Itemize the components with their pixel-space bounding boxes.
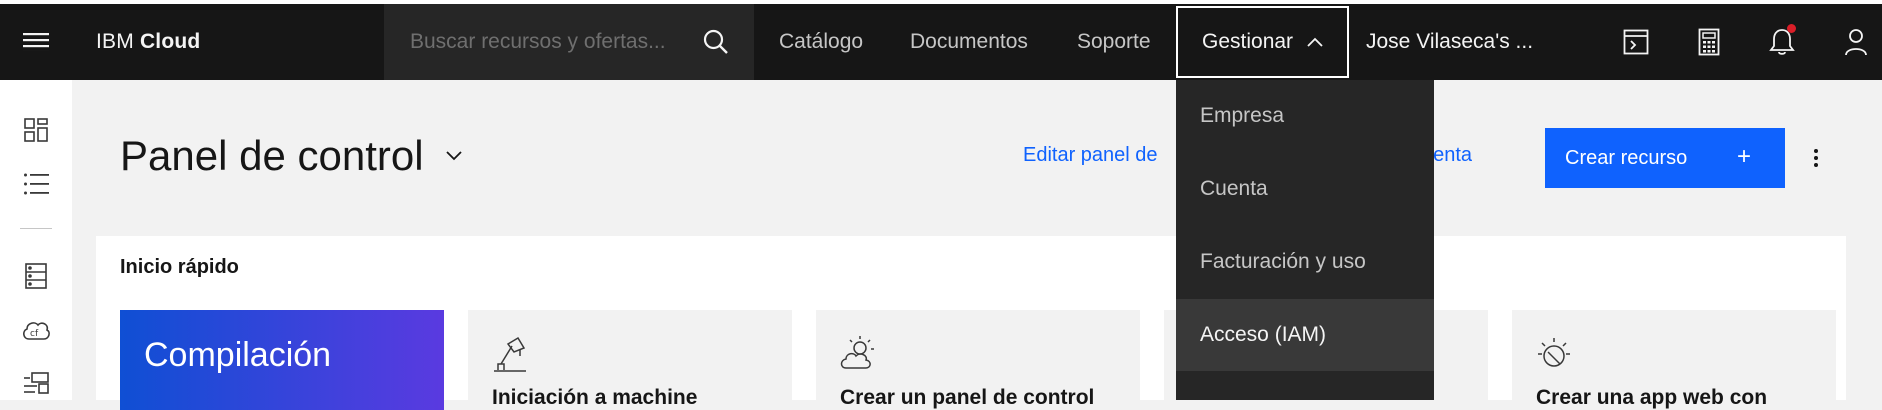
side-nav-divider	[20, 228, 52, 229]
page-title-text: Panel de control	[120, 132, 424, 180]
idea-bulb-icon	[1534, 334, 1574, 374]
overflow-menu-icon[interactable]	[1800, 140, 1832, 176]
resource-list-icon[interactable]	[20, 168, 52, 200]
search-input[interactable]	[408, 29, 692, 55]
account-switcher[interactable]: Jose Vilaseca's ...	[1366, 4, 1533, 80]
nav-support[interactable]: Soporte	[1077, 4, 1151, 80]
brand-name: Cloud	[140, 30, 200, 54]
notification-icon[interactable]	[1766, 26, 1798, 58]
chevron-up-icon	[1307, 37, 1323, 47]
brand-prefix: IBM	[96, 30, 134, 54]
header-bar: IBM Cloud Catálogo Documentos Soporte Ge…	[0, 4, 1882, 80]
menu-icon[interactable]	[0, 4, 72, 80]
user-icon[interactable]	[1840, 26, 1872, 58]
nav-manage-label: Gestionar	[1202, 30, 1293, 54]
quick-start-tile-web-app[interactable]: Crear una app web con	[1512, 310, 1836, 410]
lamp-icon	[490, 334, 530, 374]
nav-manage[interactable]: Gestionar	[1176, 6, 1349, 78]
dashboard-icon[interactable]	[20, 114, 52, 146]
tile-title: Iniciación a machine	[492, 386, 697, 410]
notification-badge	[1787, 24, 1796, 33]
brand-logo[interactable]: IBM Cloud	[96, 4, 200, 80]
edit-dashboard-link[interactable]: Editar panel de	[1023, 144, 1158, 167]
menu-item-access-iam[interactable]: Acceso (IAM)	[1176, 299, 1434, 371]
tile-title: Compilación	[144, 336, 331, 375]
plus-icon: +	[1737, 144, 1751, 170]
search-icon[interactable]	[700, 26, 732, 58]
cloud-foundry-icon[interactable]: cf	[20, 314, 52, 346]
menu-item-account[interactable]: Cuenta	[1176, 153, 1434, 225]
nav-catalog[interactable]: Catálogo	[779, 4, 863, 80]
quick-start-title: Inicio rápido	[120, 256, 239, 279]
tile-title: Crear una app web con	[1536, 386, 1767, 410]
create-resource-button[interactable]: Crear recurso +	[1545, 128, 1785, 188]
nav-docs[interactable]: Documentos	[910, 4, 1028, 80]
partly-cloudy-icon	[838, 334, 878, 374]
manage-dropdown-menu: Empresa Cuenta Facturación y uso Acceso …	[1176, 80, 1434, 400]
tile-title: Crear un panel de control	[840, 386, 1094, 410]
svg-text:cf: cf	[30, 329, 39, 339]
search-bar	[384, 4, 754, 80]
menu-item-billing[interactable]: Facturación y uso	[1176, 226, 1434, 298]
chevron-down-icon[interactable]	[446, 151, 462, 161]
kubernetes-icon[interactable]	[20, 368, 52, 400]
create-resource-label: Crear recurso	[1565, 147, 1687, 170]
calculator-icon[interactable]	[1693, 26, 1725, 58]
quick-start-tile-machine-learning[interactable]: Iniciación a machine	[468, 310, 792, 410]
classic-infrastructure-icon[interactable]	[20, 260, 52, 292]
terminal-icon[interactable]	[1620, 26, 1652, 58]
quick-start-tile-build[interactable]: Compilación	[120, 310, 444, 410]
page-title: Panel de control	[120, 132, 462, 180]
quick-start-panel: Inicio rápido Compilación Iniciación a m…	[96, 236, 1846, 400]
quick-start-tile-dashboard[interactable]: Crear un panel de control	[816, 310, 1140, 410]
side-nav: cf	[0, 80, 72, 400]
menu-item-enterprise[interactable]: Empresa	[1176, 80, 1434, 152]
